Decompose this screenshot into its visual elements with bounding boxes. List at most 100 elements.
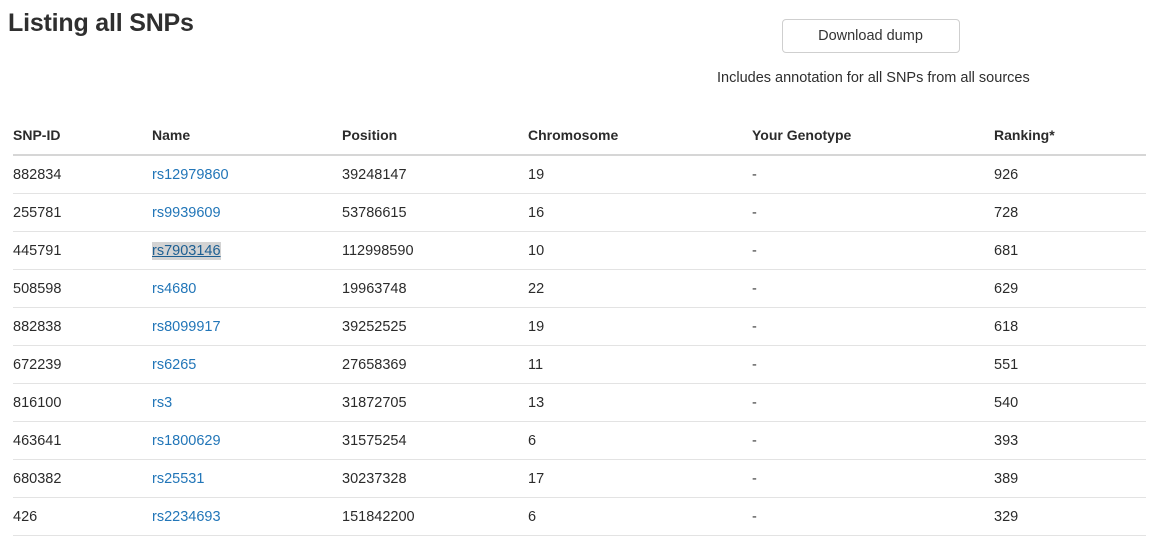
cell-name: rs8099917 <box>152 307 342 346</box>
cell-ranking: 728 <box>994 193 1146 232</box>
snp-name-link[interactable]: rs4680 <box>152 281 196 297</box>
genotype-value: - <box>752 242 757 259</box>
genotype-value: - <box>752 356 757 373</box>
cell-position: 112998590 <box>342 231 528 270</box>
cell-name: rs4680 <box>152 269 342 308</box>
cell-ranking: 540 <box>994 383 1146 422</box>
cell-snp-id: 508598 <box>13 269 152 308</box>
cell-name: rs3 <box>152 383 342 422</box>
table-row: 680382 rs25531 30237328 17- 389 <box>13 459 1146 498</box>
cell-name: rs12979860 <box>152 155 342 194</box>
cell-genotype: - <box>752 421 994 460</box>
cell-ranking: 389 <box>994 459 1146 498</box>
cell-genotype: - <box>752 497 994 536</box>
table-row: 463641 rs1800629 31575254 6- 393 <box>13 421 1146 460</box>
genotype-value: - <box>752 432 757 449</box>
download-caption: Includes annotation for all SNPs from al… <box>717 70 1030 86</box>
table-row: 882834 rs12979860 39248147 19- 926 <box>13 155 1146 194</box>
cell-name: rs6265 <box>152 345 342 384</box>
download-section: Download dump Includes annotation for al… <box>717 19 1030 87</box>
snp-listing-page: Listing all SNPs Download dump Includes … <box>0 0 1159 536</box>
genotype-value: - <box>752 318 757 335</box>
genotype-value: - <box>752 166 757 183</box>
cell-genotype: - <box>752 155 994 194</box>
cell-position: 151842200 <box>342 497 528 536</box>
cell-chromosome: 19 <box>528 307 752 346</box>
column-header-genotype: Your Genotype <box>752 127 994 156</box>
cell-snp-id: 255781 <box>13 193 152 232</box>
column-header-name: Name <box>152 127 342 156</box>
cell-position: 31872705 <box>342 383 528 422</box>
table-row: 255781 rs9939609 53786615 16- 728 <box>13 193 1146 232</box>
snp-name-link[interactable]: rs3 <box>152 395 172 411</box>
snp-name-link[interactable]: rs7903146 <box>152 241 221 260</box>
table-row: 816100 rs3 31872705 13- 540 <box>13 383 1146 422</box>
cell-ranking: 926 <box>994 155 1146 194</box>
column-header-ranking: Ranking* <box>994 127 1146 156</box>
cell-genotype: - <box>752 345 994 384</box>
genotype-value: - <box>752 508 757 525</box>
snp-name-link[interactable]: rs2234693 <box>152 509 221 525</box>
cell-chromosome: 6 <box>528 497 752 536</box>
cell-ranking: 618 <box>994 307 1146 346</box>
cell-genotype: - <box>752 307 994 346</box>
snp-table-header: SNP-ID Name Position Chromosome Your Genotyp… <box>13 127 1146 156</box>
cell-ranking: 329 <box>994 497 1146 536</box>
snp-name-link[interactable]: rs8099917 <box>152 319 221 335</box>
download-dump-button[interactable]: Download dump <box>781 19 960 53</box>
cell-ranking: 681 <box>994 231 1146 270</box>
cell-chromosome: 22 <box>528 269 752 308</box>
genotype-value: - <box>752 394 757 411</box>
cell-position: 53786615 <box>342 193 528 232</box>
cell-ranking: 551 <box>994 345 1146 384</box>
snp-name-link[interactable]: rs12979860 <box>152 167 229 183</box>
cell-chromosome: 16 <box>528 193 752 232</box>
cell-position: 39248147 <box>342 155 528 194</box>
cell-name: rs1800629 <box>152 421 342 460</box>
snp-name-link[interactable]: rs9939609 <box>152 205 221 221</box>
cell-snp-id: 672239 <box>13 345 152 384</box>
column-header-position: Position <box>342 127 528 156</box>
snp-table-body: 882834 rs12979860 39248147 19-926 255781 rs99… <box>13 155 1146 536</box>
genotype-value: - <box>752 204 757 221</box>
cell-snp-id: 882834 <box>13 155 152 194</box>
cell-position: 30237328 <box>342 459 528 498</box>
cell-name: rs2234693 <box>152 497 342 536</box>
table-row: 882838 rs8099917 39252525 19- 618 <box>13 307 1146 346</box>
cell-position: 39252525 <box>342 307 528 346</box>
table-row: 445791 rs7903146 112998590 10- 681 <box>13 231 1146 270</box>
cell-position: 31575254 <box>342 421 528 460</box>
cell-chromosome: 17 <box>528 459 752 498</box>
cell-name: rs9939609 <box>152 193 342 232</box>
cell-genotype: - <box>752 459 994 498</box>
cell-snp-id: 463641 <box>13 421 152 460</box>
snp-name-link[interactable]: rs1800629 <box>152 433 221 449</box>
cell-chromosome: 19 <box>528 155 752 194</box>
snp-table-container: SNP-ID Name Position Chromosome Your Genotyp… <box>13 127 1146 536</box>
cell-genotype: - <box>752 383 994 422</box>
genotype-value: - <box>752 280 757 297</box>
cell-chromosome: 11 <box>528 345 752 384</box>
cell-snp-id: 816100 <box>13 383 152 422</box>
cell-position: 19963748 <box>342 269 528 308</box>
cell-snp-id: 882838 <box>13 307 152 346</box>
cell-position: 27658369 <box>342 345 528 384</box>
table-row: 672239 rs6265 27658369 11- 551 <box>13 345 1146 384</box>
cell-chromosome: 13 <box>528 383 752 422</box>
snp-name-link[interactable]: rs6265 <box>152 357 196 373</box>
cell-ranking: 629 <box>994 269 1146 308</box>
snp-table: SNP-ID Name Position Chromosome Your Genotyp… <box>13 127 1146 536</box>
cell-ranking: 393 <box>994 421 1146 460</box>
cell-genotype: - <box>752 193 994 232</box>
table-row: 508598 rs4680 19963748 22- 629 <box>13 269 1146 308</box>
column-header-chromosome: Chromosome <box>528 127 752 156</box>
cell-snp-id: 680382 <box>13 459 152 498</box>
cell-genotype: - <box>752 269 994 308</box>
snp-name-link[interactable]: rs25531 <box>152 471 204 487</box>
table-header-row: SNP-ID Name Position Chromosome Your Genotyp… <box>13 127 1146 156</box>
table-row: 426 rs2234693 151842200 6- 329 <box>13 497 1146 536</box>
genotype-value: - <box>752 470 757 487</box>
cell-chromosome: 10 <box>528 231 752 270</box>
cell-name: rs25531 <box>152 459 342 498</box>
cell-name: rs7903146 <box>152 231 342 270</box>
